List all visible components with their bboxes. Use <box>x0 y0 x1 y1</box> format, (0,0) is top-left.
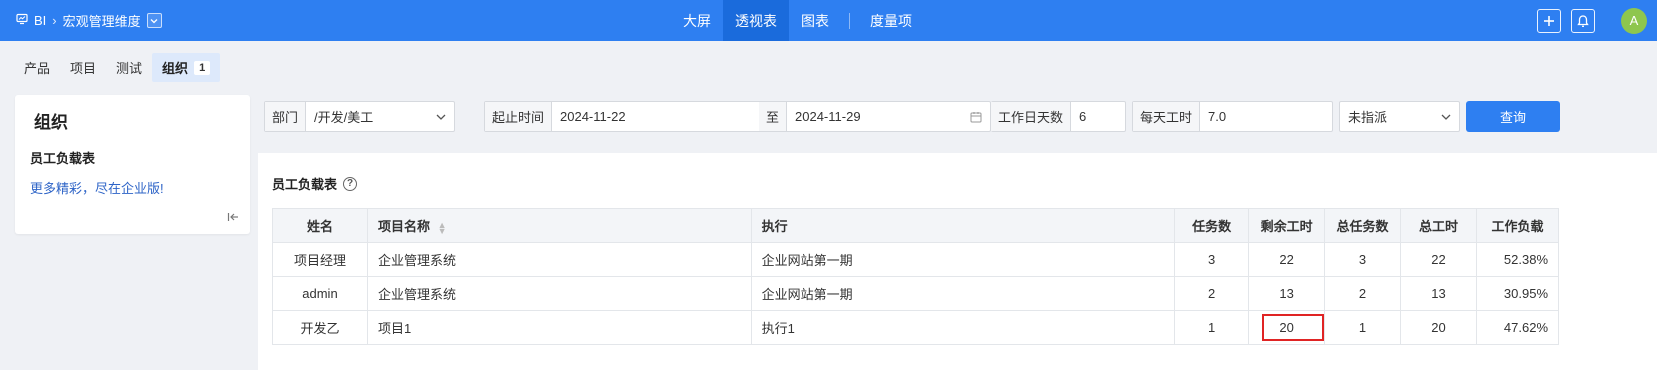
cell-execution-link[interactable]: 企业网站第一期 <box>750 276 1176 311</box>
cell-remaining-hours: 22 <box>1248 242 1326 277</box>
column-header-execution: 执行 <box>750 208 1176 243</box>
cell-total-tasks: 2 <box>1324 276 1402 311</box>
table-row: 开发乙 项目1 执行1 1 20 1 20 47.62% <box>272 310 1560 345</box>
sidebar-card: 组织 员工负载表 更多精彩，尽在企业版! <box>15 95 250 234</box>
workdays-label: 工作日天数 <box>991 102 1072 131</box>
plus-icon <box>1544 15 1554 26</box>
bi-monitor-icon <box>16 13 28 28</box>
table-row: admin 企业管理系统 企业网站第一期 2 13 2 13 30.95% <box>272 276 1560 311</box>
cell-workload: 30.95% <box>1475 276 1560 311</box>
tab-chart[interactable]: 图表 <box>789 0 841 41</box>
cell-project-link[interactable]: 企业管理系统 <box>366 242 752 277</box>
tab-dashboard[interactable]: 大屏 <box>671 0 723 41</box>
cell-total-tasks: 3 <box>1324 242 1402 277</box>
count-badge: 1 <box>194 60 211 75</box>
cell-project-link[interactable]: 项目1 <box>366 310 752 345</box>
workdays-filter[interactable]: 工作日天数 6 <box>991 101 1126 132</box>
help-icon[interactable]: ? <box>343 176 358 191</box>
column-header-name: 姓名 <box>272 208 368 243</box>
chevron-down-icon <box>436 102 454 131</box>
nav-divider <box>849 12 850 29</box>
date-to-label: 至 <box>759 102 788 131</box>
cell-execution-link[interactable]: 企业网站第一期 <box>750 242 1176 277</box>
cell-total-hours: 20 <box>1400 310 1477 345</box>
enterprise-promo-link[interactable]: 更多精彩，尽在企业版! <box>30 178 164 197</box>
breadcrumb-current[interactable]: 宏观管理维度 <box>63 11 141 30</box>
cell-total-hours: 13 <box>1400 276 1477 311</box>
cell-remaining-hours: 13 <box>1248 276 1326 311</box>
cell-name: admin <box>272 276 368 311</box>
assignee-value: 未指派 <box>1348 110 1388 125</box>
collapse-sidebar-icon[interactable] <box>227 211 239 225</box>
add-button[interactable] <box>1537 8 1561 33</box>
chevron-down-icon <box>1441 102 1459 131</box>
cell-tasks: 2 <box>1174 276 1250 311</box>
cell-name: 项目经理 <box>272 242 368 277</box>
brand-label[interactable]: BI <box>34 13 46 28</box>
main-nav: 大屏 透视表 图表 度量项 <box>671 0 924 41</box>
sort-icon[interactable]: ▲ ▼ <box>438 220 447 235</box>
subtab-project[interactable]: 项目 <box>60 53 106 82</box>
subtab-organization[interactable]: 组织 1 <box>152 53 221 82</box>
table-row: 项目经理 企业管理系统 企业网站第一期 3 22 3 22 52.38% <box>272 242 1560 277</box>
cell-tasks: 1 <box>1174 310 1250 345</box>
column-header-workload: 工作负载 <box>1475 208 1560 243</box>
table-header-row: 姓名 项目名称 ▲ ▼ 执行 任务数 剩余工时 总任务数 总工时 工作负载 <box>272 208 1560 243</box>
daily-hours-label: 每天工时 <box>1133 102 1201 131</box>
report-panel: 员工负载表 ? 姓名 项目名称 ▲ ▼ 执行 任务数 剩余工时 总任务数 总工时 … <box>258 153 1657 370</box>
start-date-filter[interactable]: 起止时间 2024-11-22 <box>484 101 790 132</box>
cell-workload: 52.38% <box>1475 242 1560 277</box>
column-header-project[interactable]: 项目名称 ▲ ▼ <box>366 208 752 243</box>
workload-table: 姓名 项目名称 ▲ ▼ 执行 任务数 剩余工时 总任务数 总工时 工作负载 项目经… <box>272 208 1560 345</box>
top-actions: A <box>1537 0 1647 41</box>
daily-hours-input[interactable]: 7.0 <box>1200 102 1332 131</box>
department-select[interactable]: /开发/美工 <box>306 102 436 131</box>
subtab-test[interactable]: 测试 <box>106 53 152 82</box>
sidebar-item-workload[interactable]: 员工负载表 <box>30 148 95 167</box>
sidebar-title: 组织 <box>34 113 68 132</box>
cell-project-link[interactable]: 企业管理系统 <box>366 276 752 311</box>
sub-tabs: 产品 项目 测试 组织 1 <box>14 53 221 82</box>
cell-remaining-hours: 20 <box>1248 310 1326 345</box>
column-header-tasks: 任务数 <box>1174 208 1250 243</box>
end-date-input[interactable]: 2024-11-29 <box>787 102 970 131</box>
top-bar: BI › 宏观管理维度 大屏 透视表 图表 度量项 A <box>0 0 1657 41</box>
avatar[interactable]: A <box>1621 7 1647 34</box>
subtab-product[interactable]: 产品 <box>14 53 60 82</box>
tab-pivot[interactable]: 透视表 <box>723 0 789 41</box>
daily-hours-filter[interactable]: 每天工时 7.0 <box>1132 101 1333 132</box>
chevron-down-icon[interactable] <box>146 13 162 28</box>
notification-button[interactable] <box>1571 8 1595 33</box>
report-title: 员工负载表 ? <box>272 174 358 193</box>
query-button[interactable]: 查询 <box>1466 101 1560 132</box>
column-header-total-tasks: 总任务数 <box>1324 208 1402 243</box>
end-date-filter[interactable]: 至 2024-11-29 <box>759 101 991 132</box>
date-range-label: 起止时间 <box>485 102 553 131</box>
breadcrumb: BI › 宏观管理维度 <box>16 0 162 41</box>
tab-metrics[interactable]: 度量项 <box>858 0 924 41</box>
department-label: 部门 <box>265 102 307 131</box>
column-header-project-label: 项目名称 <box>377 219 430 234</box>
start-date-input[interactable]: 2024-11-22 <box>552 102 769 131</box>
column-header-total-hours: 总工时 <box>1400 208 1477 243</box>
cell-total-tasks: 1 <box>1324 310 1402 345</box>
column-header-remaining-hours: 剩余工时 <box>1248 208 1326 243</box>
cell-tasks: 3 <box>1174 242 1250 277</box>
cell-workload: 47.62% <box>1475 310 1560 345</box>
calendar-icon[interactable] <box>970 102 990 131</box>
report-title-text: 员工负载表 <box>272 177 338 192</box>
cell-total-hours: 22 <box>1400 242 1477 277</box>
cell-execution-link[interactable]: 执行1 <box>750 310 1176 345</box>
department-filter[interactable]: 部门 /开发/美工 <box>264 101 455 132</box>
chevron-right-icon: › <box>52 13 57 28</box>
cell-name: 开发乙 <box>272 310 368 345</box>
assignee-select[interactable]: 未指派 <box>1339 101 1460 132</box>
subtab-organization-label: 组织 <box>162 61 189 76</box>
bell-icon <box>1577 14 1589 27</box>
workdays-input[interactable]: 6 <box>1071 102 1125 131</box>
